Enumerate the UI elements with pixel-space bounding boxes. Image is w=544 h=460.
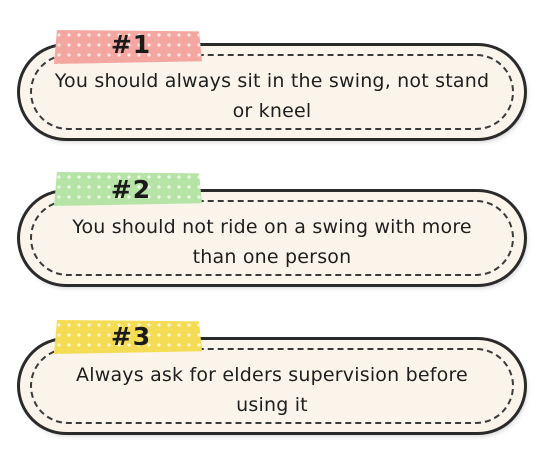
rule-number: #1 xyxy=(110,30,152,59)
rule-text: You should not ride on a swing with more… xyxy=(72,216,472,268)
rule-card-2: You should not ride on a swing with more… xyxy=(20,192,524,284)
rule-text: You should always sit in the swing, not … xyxy=(54,70,490,122)
rule-number: #3 xyxy=(110,322,152,351)
safety-rules-graphic: You should always sit in the swing, not … xyxy=(0,0,544,460)
rule-text: Always ask for elders supervision before… xyxy=(76,364,468,416)
rule-card-3: Always ask for elders supervision before… xyxy=(20,340,524,432)
rule-number: #2 xyxy=(110,175,152,204)
